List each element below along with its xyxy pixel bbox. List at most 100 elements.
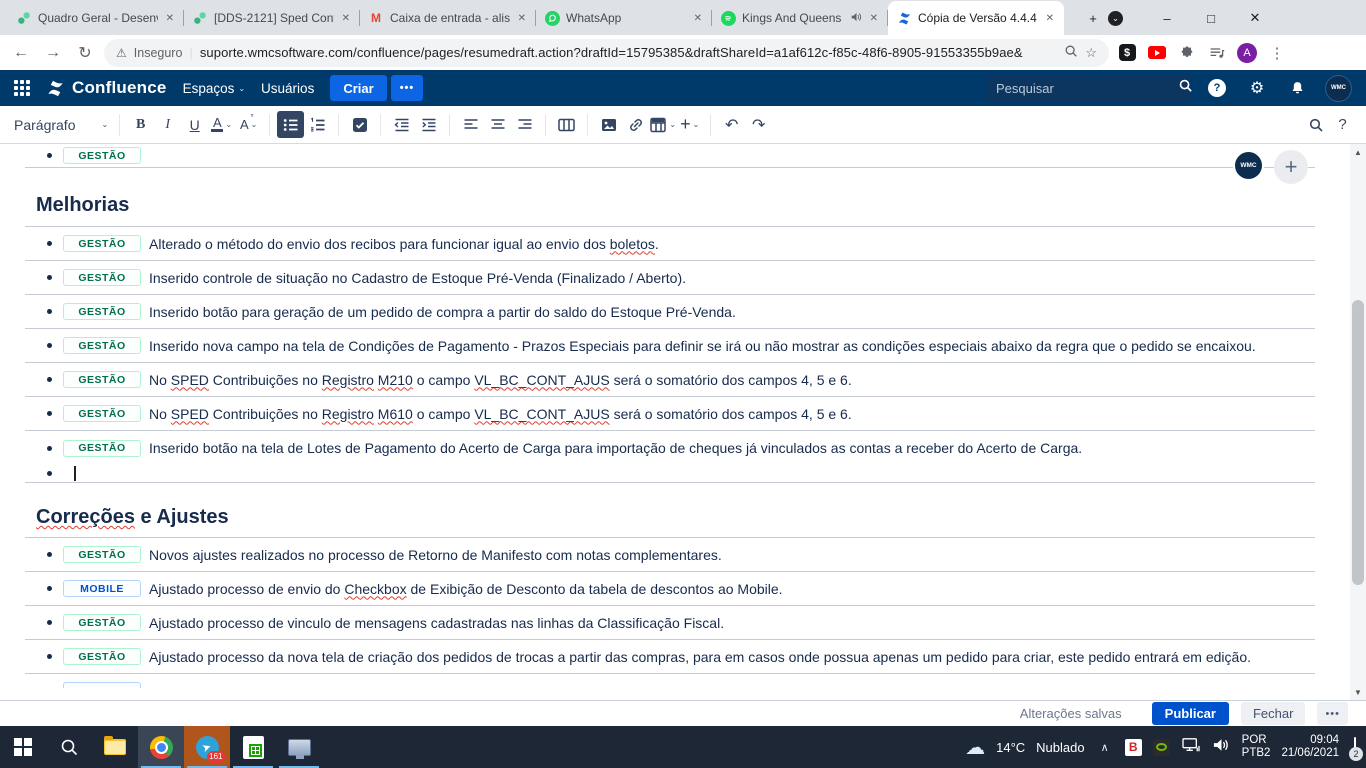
weather-temp[interactable]: 14°C [996,740,1025,755]
list-item[interactable]: GESTÃO Ajustado processo da nova tela de… [25,640,1315,674]
more-formatting-dropdown[interactable]: A°⌄ [235,111,262,138]
task-list-button[interactable] [346,111,373,138]
outdent-button[interactable] [388,111,415,138]
network-tray-icon[interactable] [1181,737,1201,758]
find-in-editor-icon[interactable] [1302,111,1329,138]
list-item-text[interactable]: Inserido controle de situação no Cadastr… [149,270,686,286]
scroll-down-icon[interactable]: ▼ [1350,684,1366,700]
volume-tray-icon[interactable] [1212,737,1231,758]
insert-more-dropdown[interactable]: +⌄ [676,111,703,138]
browser-profile-avatar[interactable]: A [1235,40,1259,66]
tab-confluence-active[interactable]: Cópia de Versão 4.4.4 ✕ [888,1,1064,35]
zoom-icon[interactable] [1064,44,1078,61]
list-item-text[interactable]: Ajustado processo da nova tela de criaçã… [149,649,1251,665]
section-heading[interactable]: Correções e Ajustes [0,506,1366,529]
paragraph-style-dropdown[interactable]: Parágrafo⌄ [10,111,112,138]
list-cell[interactable]: GESTÃO Inserido botão na tela de Lotes d… [25,431,1315,483]
tray-expand-icon[interactable]: ∧ [1101,741,1109,754]
status-badge[interactable]: GESTÃO [63,269,141,286]
list-item[interactable]: GESTÃO Inserido controle de situação no … [25,261,1315,295]
status-badge[interactable]: GESTÃO [63,147,141,164]
list-item[interactable]: GESTÃO Inserido botão para geração de um… [25,295,1315,329]
align-center-button[interactable] [484,111,511,138]
list-item-text[interactable]: No SPED Contribuições no Registro M210 o… [149,372,852,388]
bold-button[interactable]: B [127,111,154,138]
list-item-text[interactable]: Inserido nova campo na tela de Condições… [149,338,1256,354]
insert-table-dropdown[interactable]: ⌄ [649,111,676,138]
tab-close-icon[interactable]: ✕ [868,13,880,24]
weather-cloud-icon[interactable]: ☁ [965,735,985,760]
window-close-button[interactable]: ✕ [1233,1,1277,35]
confluence-logo[interactable]: Confluence [46,78,167,98]
section-heading[interactable]: Melhorias [0,194,1366,217]
list-item-text[interactable]: Ajustado processo de envio do Checkbox d… [149,581,783,597]
tab-whatsapp[interactable]: WhatsApp ✕ [536,1,712,35]
app-switcher-icon[interactable] [14,80,30,96]
tab-search-icon[interactable]: ⌄ [1108,11,1123,26]
list-item[interactable]: GESTÃO Inserido nova campo na tela de Co… [25,329,1315,363]
url-omnibox[interactable]: ⚠ Inseguro | suporte.wmcsoftware.com/con… [104,39,1109,67]
music-queue-icon[interactable] [1205,40,1229,66]
tab-close-icon[interactable]: ✕ [692,13,704,24]
user-avatar[interactable]: WMC [1325,75,1352,102]
list-item[interactable]: GESTÃO No SPED Contribuições no Registro… [25,397,1315,431]
vertical-scrollbar[interactable]: ▲ ▼ [1350,144,1366,700]
underline-button[interactable]: U [181,111,208,138]
taskbar-libreoffice-calc-icon[interactable] [230,726,276,768]
status-badge[interactable]: GESTÃO [63,235,141,252]
bookmark-star-icon[interactable]: ☆ [1085,45,1097,61]
refresh-icon[interactable]: ↻ [72,40,98,66]
help-icon[interactable]: ? [1205,76,1229,100]
italic-button[interactable]: I [154,111,181,138]
close-editor-button[interactable]: Fechar [1241,702,1305,725]
numbered-list-button[interactable] [304,111,331,138]
bullet-list-button[interactable] [277,111,304,138]
create-button[interactable]: Criar [330,75,386,101]
tab-close-icon[interactable]: ✕ [1044,13,1056,24]
invite-add-button[interactable]: + [1274,150,1308,184]
tab-close-icon[interactable]: ✕ [516,13,528,24]
publish-button[interactable]: Publicar [1152,702,1229,725]
back-icon[interactable]: ← [8,40,34,66]
tab-close-icon[interactable]: ✕ [164,13,176,24]
action-center-icon[interactable]: 2 [1354,738,1356,756]
settings-gear-icon[interactable]: ⚙ [1245,76,1269,100]
nav-users[interactable]: Usuários [261,81,314,96]
page-url[interactable]: suporte.wmcsoftware.com/confluence/pages… [200,45,1058,60]
list-item-text[interactable]: No SPED Contribuições no Registro M610 o… [149,406,852,422]
page-layout-button[interactable] [553,111,580,138]
list-item-text[interactable]: Ajustado processo de vinculo de mensagen… [149,615,724,631]
status-badge[interactable]: GESTÃO [63,337,141,354]
editor-help-icon[interactable]: ? [1329,111,1356,138]
status-badge[interactable]: GESTÃO [63,648,141,665]
taskbar-remote-desktop-icon[interactable] [276,726,322,768]
nav-spaces[interactable]: Espaços⌄ [183,81,245,96]
status-badge[interactable]: GESTÃO [63,303,141,320]
list-item-text[interactable]: Inserido botão na tela de Lotes de Pagam… [149,440,1082,456]
weather-desc[interactable]: Nublado [1036,740,1084,755]
taskbar-chrome-icon[interactable] [138,726,184,768]
tab-spotify[interactable]: Kings And Queens ✕ [712,1,888,35]
extension-dollar-icon[interactable]: $ [1115,40,1139,66]
collaborator-avatar[interactable]: WMC [1233,150,1264,181]
status-badge[interactable]: GESTÃO [63,440,141,457]
insert-link-button[interactable] [622,111,649,138]
footer-more-button[interactable]: ••• [1317,702,1348,725]
list-item-text[interactable]: Novos ajustes realizados no processo de … [149,547,722,563]
bitdefender-tray-icon[interactable]: B [1125,739,1142,756]
security-warning-icon[interactable]: ⚠ [116,46,127,60]
list-item[interactable]: GESTÃO [25,144,1315,168]
tab-quadro-geral[interactable]: Quadro Geral - Desenv ✕ [8,1,184,35]
window-maximize-button[interactable]: □ [1189,1,1233,35]
text-color-dropdown[interactable]: A⌄ [208,111,235,138]
status-badge[interactable]: GESTÃO [63,546,141,563]
list-item-text[interactable]: Alterado o método do envio dos recibos p… [149,236,659,252]
align-right-button[interactable] [511,111,538,138]
tab-gmail[interactable]: M Caixa de entrada - alis ✕ [360,1,536,35]
youtube-extension-icon[interactable] [1145,40,1169,66]
indent-button[interactable] [415,111,442,138]
status-badge[interactable]: GESTÃO [63,405,141,422]
undo-button[interactable]: ↶ [718,111,745,138]
list-item-text[interactable]: Inserido botão para geração de um pedido… [149,304,736,320]
extensions-puzzle-icon[interactable] [1175,40,1199,66]
